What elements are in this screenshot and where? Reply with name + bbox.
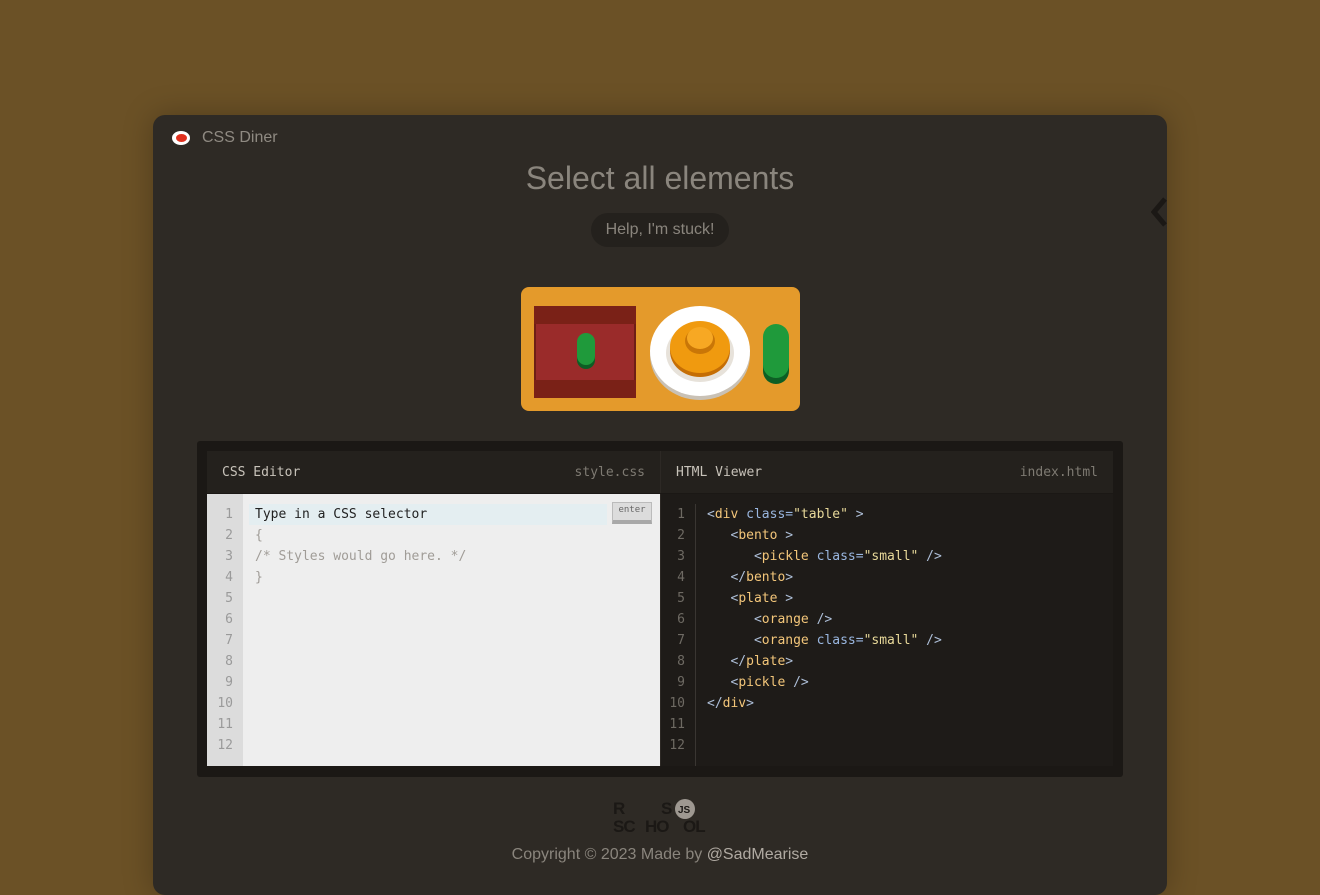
svg-text:R: R: [613, 799, 625, 818]
line-number: 5: [677, 591, 685, 606]
css-code-line: /* Styles would go here. */: [255, 549, 467, 564]
css-code-lines: { /* Styles would go here. */ }: [255, 504, 466, 588]
line-number: 12: [217, 738, 233, 753]
dinner-table: [521, 287, 800, 411]
html-code-line[interactable]: </bento>: [707, 567, 942, 588]
html-viewer-body: 1 2 3 4 5 6 7 8 9 10 11 12 <div class="table" > <be…: [660, 494, 1113, 766]
line-number: 9: [225, 675, 233, 690]
line-number: 11: [669, 717, 685, 732]
copyright: Copyright © 2023 Made by @SadMearise: [153, 846, 1167, 864]
line-number: 8: [225, 654, 233, 669]
svg-text:HO: HO: [645, 817, 669, 834]
html-viewer-label: HTML Viewer: [676, 465, 763, 480]
html-code-line[interactable]: <orange class="small" />: [707, 630, 942, 651]
line-number: 9: [677, 675, 685, 690]
author-link[interactable]: @SadMearise: [707, 846, 809, 863]
line-number: 2: [225, 528, 233, 543]
line-number: 4: [225, 570, 233, 585]
pickle-item[interactable]: [763, 324, 789, 384]
line-number: 1: [677, 507, 685, 522]
pickle-small-item[interactable]: [577, 333, 595, 369]
html-code-line[interactable]: <pickle class="small" />: [707, 546, 942, 567]
line-number: 12: [669, 738, 685, 753]
line-number: 10: [217, 696, 233, 711]
app-logo-icon: [172, 131, 190, 145]
svg-text:SC: SC: [613, 817, 635, 834]
css-editor-header: CSS Editor style.css: [207, 451, 660, 493]
copyright-text: Copyright © 2023 Made by: [511, 846, 707, 863]
css-editor-body: 123456789101112 enter { /* Styles would …: [207, 494, 660, 766]
line-number: 10: [669, 696, 685, 711]
editor-frame: CSS Editor style.css HTML Viewer index.h…: [197, 441, 1123, 777]
line-number: 5: [225, 591, 233, 606]
html-viewer-header: HTML Viewer index.html: [660, 451, 1113, 493]
css-line-numbers: 1 2 3 4 5 6 7 8 9 10 11 12: [207, 494, 243, 766]
line-number: 1: [225, 507, 233, 522]
titlebar: CSS Diner: [172, 128, 278, 148]
line-number: 8: [677, 654, 685, 669]
line-number: 4: [677, 570, 685, 585]
rs-school-logo[interactable]: R S SC HO OL JS: [613, 798, 709, 834]
html-code-lines: <div class="table" > <bento > <pickle cl…: [707, 504, 942, 714]
html-file-name: index.html: [1019, 465, 1098, 480]
svg-text:S: S: [661, 799, 672, 818]
html-code-line[interactable]: </div>: [707, 693, 942, 714]
html-code-line[interactable]: <orange />: [707, 609, 942, 630]
css-code-line: {: [255, 528, 263, 543]
html-code-line[interactable]: <pickle />: [707, 672, 942, 693]
css-code-line: }: [255, 570, 263, 585]
app-title: CSS Diner: [202, 129, 278, 146]
line-number: 6: [677, 612, 685, 627]
line-number: 7: [677, 633, 685, 648]
html-code-line[interactable]: </plate>: [707, 651, 942, 672]
level-menu-toggle-icon[interactable]: [1151, 197, 1167, 227]
html-code-line[interactable]: <bento >: [707, 525, 942, 546]
level-title: Select all elements: [525, 160, 795, 196]
css-file-name: style.css: [574, 465, 645, 480]
html-code-line[interactable]: <plate >: [707, 588, 942, 609]
enter-button[interactable]: enter: [612, 502, 652, 524]
line-number: 3: [677, 549, 685, 564]
line-number: 6: [225, 612, 233, 627]
svg-text:JS: JS: [678, 805, 691, 816]
html-code-line[interactable]: <div class="table" >: [707, 504, 942, 525]
css-editor-label: CSS Editor: [222, 465, 301, 480]
line-number: 2: [677, 528, 685, 543]
line-number: 11: [217, 717, 233, 732]
line-number: 3: [225, 549, 233, 564]
game-window: CSS Diner Select all elements Help, I'm …: [153, 115, 1167, 895]
html-line-numbers: 1 2 3 4 5 6 7 8 9 10 11 12: [661, 504, 696, 766]
help-button[interactable]: Help, I'm stuck!: [591, 213, 729, 247]
svg-text:OL: OL: [683, 817, 705, 834]
line-number: 7: [225, 633, 233, 648]
